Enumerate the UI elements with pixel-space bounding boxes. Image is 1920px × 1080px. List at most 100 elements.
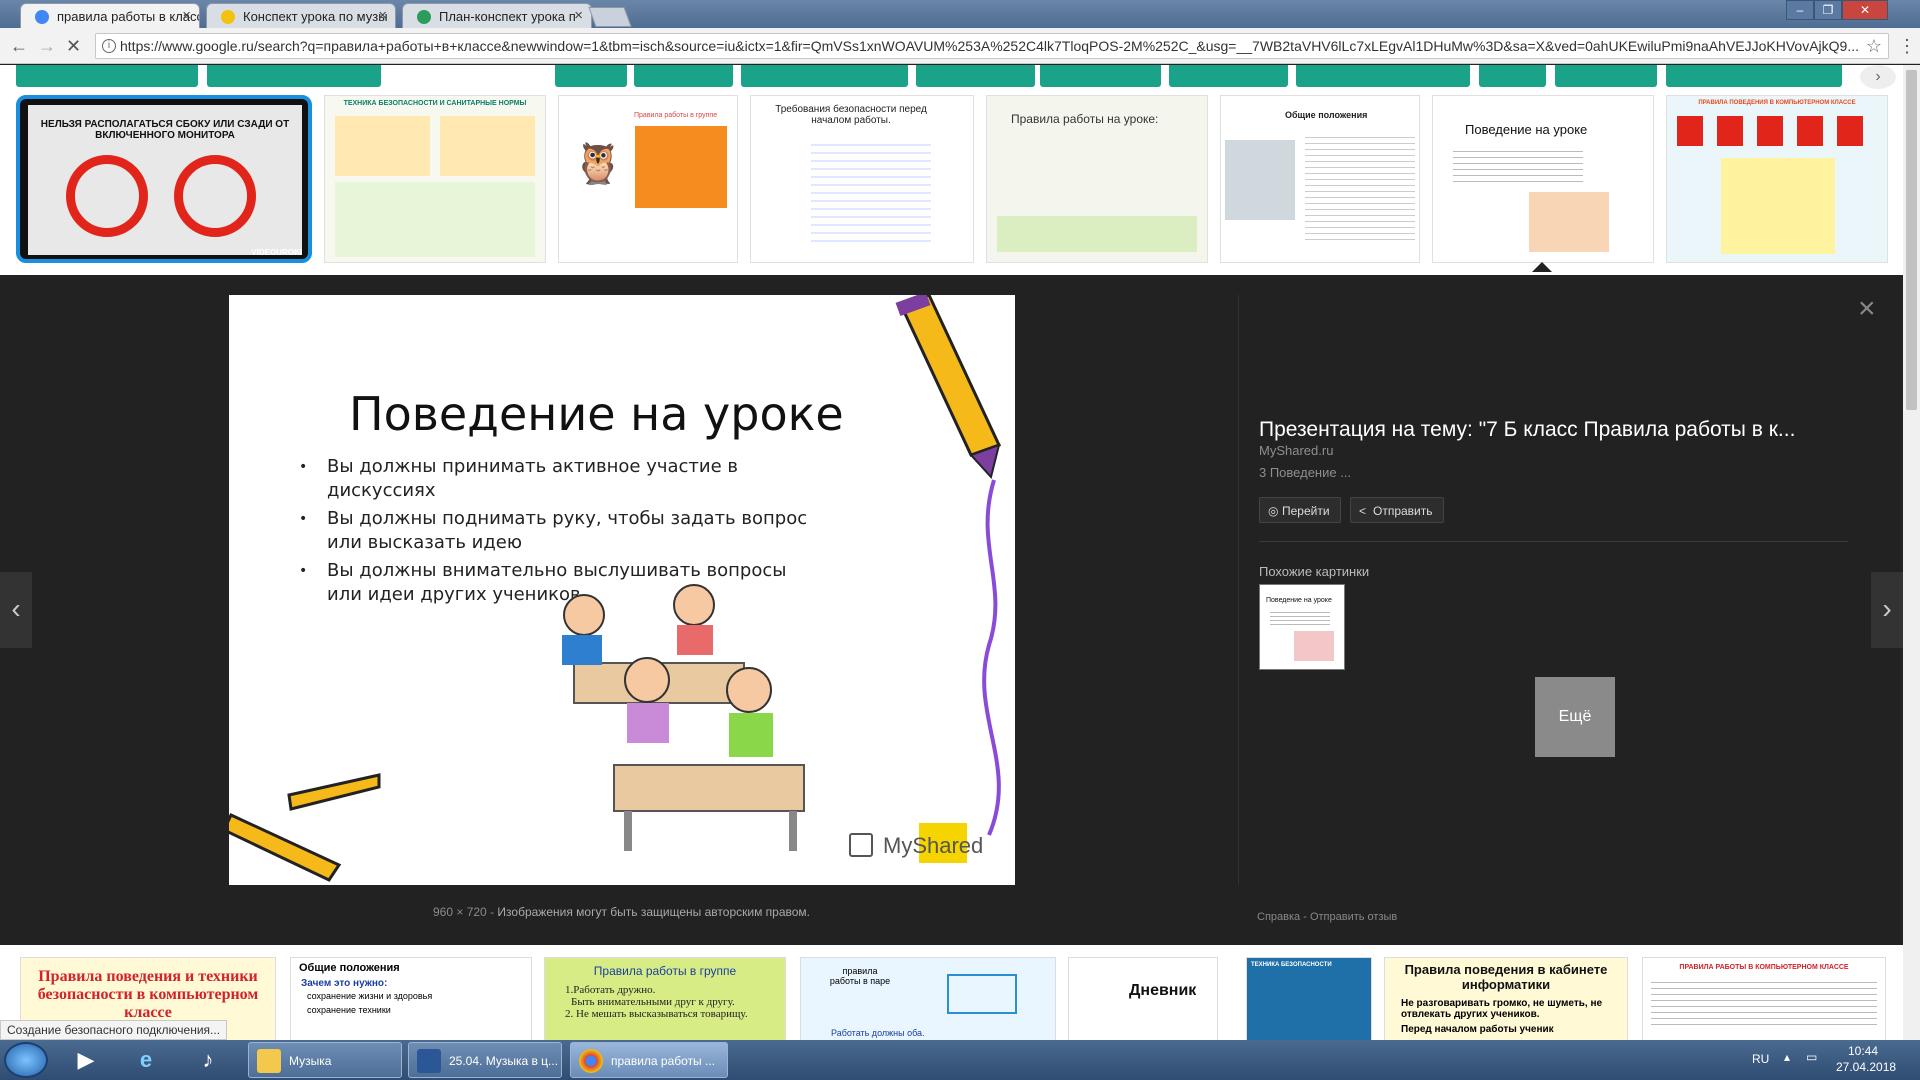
image-size: 960 × 720 [433,905,487,919]
network-icon[interactable]: ▭ [1806,1050,1817,1064]
minimize-button[interactable]: – [1786,0,1814,20]
image-thumbnail[interactable]: Правила работы в группе 🦉 [558,95,738,263]
browser-tab-bar: правила работы в класс × Конспект урока … [0,0,1920,28]
page-title-link[interactable]: Презентация на тему: "7 Б класс Правила … [1259,418,1795,442]
related-chip[interactable] [555,65,627,87]
related-chip[interactable] [1296,65,1470,87]
source-domain[interactable]: MyShared.ru [1259,443,1333,458]
back-arrow-icon[interactable]: ← [10,36,28,57]
related-chips: › [0,65,1903,89]
related-chip[interactable] [207,65,381,87]
speaker-icon[interactable]: ♪ [186,1044,230,1076]
browser-menu-icon[interactable]: ⋮ [1898,36,1916,57]
tab-close-icon[interactable]: × [182,7,191,24]
url-field[interactable]: i https://www.google.ru/search?q=правила… [95,33,1889,59]
image-thumbnail[interactable]: Поведение на уроке [1432,95,1654,263]
slide-illustrations [229,295,1002,882]
window-close-button[interactable]: ✕ [1842,0,1888,20]
thumbnail-line: Работать должны оба. [831,1028,925,1038]
image-thumbnail[interactable]: Общие положения [1220,95,1420,263]
thumbnail-caption: Общие положения [299,962,400,974]
tab-close-icon[interactable]: × [574,7,583,24]
related-chip[interactable] [916,65,1035,87]
taskbar-task-chrome[interactable]: правила работы ... [570,1042,728,1078]
image-thumbnail[interactable]: Общие положения Зачем это нужно: сохране… [290,957,532,1042]
image-thumbnail[interactable]: Правила работы в группе 1.Работать дружн… [544,957,786,1042]
url-text: https://www.google.ru/search?q=правила+р… [120,38,1860,54]
restore-button[interactable]: ❐ [1814,0,1842,20]
stop-icon[interactable]: ✕ [66,36,81,57]
prev-image-arrow-icon[interactable]: ‹ [0,572,32,648]
image-thumbnail[interactable]: правила работы в паре Работать должны об… [800,957,1056,1042]
taskbar-task-label: правила работы ... [611,1054,716,1068]
preview-image[interactable]: Поведение на уроке Вы должны принимать а… [229,295,1015,885]
close-viewer-icon[interactable]: × [1858,292,1876,326]
start-button[interactable] [4,1042,48,1078]
thumbnail-caption: Правила работы в группе [593,964,737,978]
tab-pravila[interactable]: правила работы в класс × [20,3,200,28]
clock-date[interactable]: 27.04.2018 [1836,1060,1896,1074]
pencil-icon [895,295,1002,480]
taskbar-task-word[interactable]: 25.04. Музыка в ц... [408,1042,562,1078]
thumbnail-panel [440,116,535,176]
status-bar: Создание безопасного подключения... [0,1020,228,1040]
visit-label: Перейти [1282,504,1330,518]
thumbnail-line: Зачем это нужно: [301,978,388,989]
more-similar-button[interactable]: Ещё [1535,677,1615,757]
tab-konspekt[interactable]: Конспект урока по музы × [206,3,396,28]
bookmark-star-icon[interactable]: ☆ [1866,36,1882,57]
image-thumbnail[interactable]: ПРАВИЛА РАБОТЫ В КОМПЬЮТЕРНОМ КЛАССЕ [1642,957,1886,1042]
image-thumbnail[interactable]: Правила поведения в кабинете информатики… [1384,957,1628,1042]
next-image-arrow-icon[interactable]: › [1871,572,1903,648]
related-chip[interactable] [634,65,733,87]
thumbnail-picture [1225,140,1295,220]
link-separator: - [1303,911,1310,923]
image-thumbnail[interactable]: Дневник [1068,957,1218,1042]
image-thumbnail-selected[interactable]: НЕЛЬЗЯ РАСПОЛАГАТЬСЯ СБОКУ ИЛИ СЗАДИ ОТ … [16,95,312,263]
related-chip[interactable] [741,65,908,87]
thumbnail-line: Перед началом работы ученик [1401,1024,1554,1035]
taskbar-task-folder[interactable]: Музыка [248,1042,402,1078]
check-favicon-icon [417,10,431,24]
image-thumbnail[interactable]: Правила работы на уроке: [986,95,1208,263]
internet-explorer-icon[interactable]: e [124,1044,168,1076]
forward-arrow-icon[interactable]: → [38,36,56,57]
thumbnail-caption: ТЕХНИКА БЕЗОПАСНОСТИ [1251,962,1332,968]
tray-arrow-icon[interactable]: ▴ [1784,1050,1790,1064]
page-subtitle: 3 Поведение ... [1259,465,1352,480]
thumbnail-text-lines [1305,132,1415,242]
feedback-link[interactable]: Отправить отзыв [1310,911,1397,923]
clock-time[interactable]: 10:44 [1848,1044,1878,1058]
visit-button[interactable]: ◎ Перейти [1259,497,1341,523]
thumbnail-caption: Правила работы на уроке: [1011,112,1159,126]
share-button[interactable]: < Отправить [1350,497,1444,523]
info-icon[interactable]: i [102,39,116,53]
address-bar-row: ← → ✕ i https://www.google.ru/search?q=п… [0,28,1920,64]
image-thumbnail[interactable]: ТЕХНИКА БЕЗОПАСНОСТИ И САНИТАРНЫЕ НОРМЫ [324,95,546,263]
media-player-icon[interactable]: ▶ [64,1044,108,1076]
owl-icon: 🦉 [573,142,623,186]
tab-plan-konspekt[interactable]: План-конспект урока п × [402,3,592,28]
thumbnail-text-lines [1270,609,1330,627]
meta-separator: - [490,905,495,919]
related-chip[interactable] [1666,65,1842,87]
related-chip[interactable] [1479,65,1546,87]
chevron-right-icon[interactable]: › [1860,65,1896,89]
thumbnail-line: 1.Работать дружно. [565,984,656,996]
similar-image-thumbnail[interactable]: Поведение на уроке [1259,584,1345,670]
related-chip[interactable] [1555,65,1657,87]
image-thumbnail[interactable]: ПРАВИЛА ПОВЕДЕНИЯ В КОМПЬЮТЕРНОМ КЛАССЕ [1666,95,1888,263]
language-indicator[interactable]: RU [1752,1052,1769,1066]
related-chip[interactable] [16,65,198,87]
image-thumbnail[interactable]: ТЕХНИКА БЕЗОПАСНОСТИ [1246,957,1372,1042]
related-chip[interactable] [1040,65,1161,87]
selected-thumbnail-pointer [1532,262,1552,272]
scrollbar-thumb[interactable] [1906,70,1917,410]
thumbnail-caption: ТЕХНИКА БЕЗОПАСНОСТИ И САНИТАРНЫЕ НОРМЫ [343,100,527,107]
related-chip[interactable] [1169,65,1288,87]
help-link[interactable]: Справка [1257,911,1300,923]
image-thumbnail[interactable]: Требования безопасности перед началом ра… [750,95,974,263]
new-tab-button[interactable] [588,7,632,27]
folder-icon [257,1049,281,1073]
tab-close-icon[interactable]: × [378,7,387,24]
